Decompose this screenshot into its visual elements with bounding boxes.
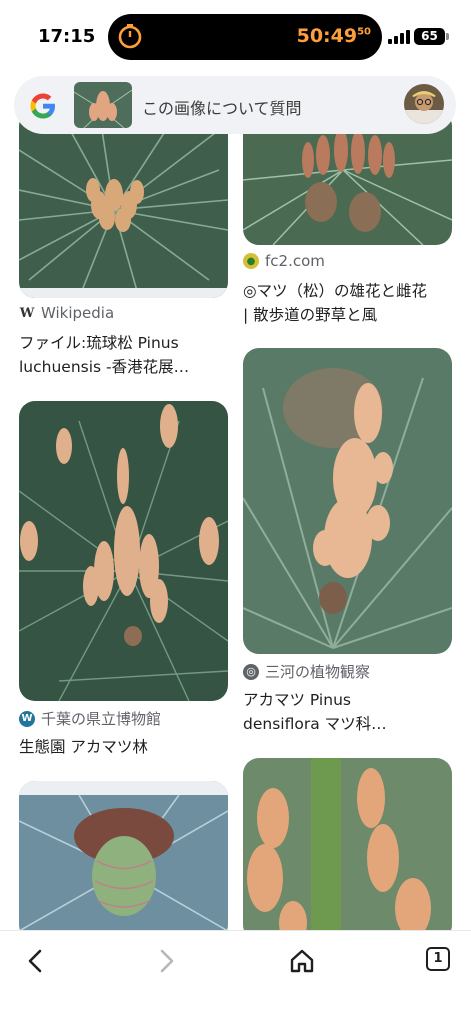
- source-label: Wikipedia: [41, 304, 115, 322]
- google-logo-icon[interactable]: [28, 91, 58, 121]
- globe-icon: ◎: [243, 663, 259, 680]
- source-label: fc2.com: [265, 252, 325, 270]
- title-line: densiflora マツ科…: [243, 715, 387, 733]
- source-label: 千葉の県立博物館: [41, 710, 162, 728]
- account-avatar[interactable]: [404, 84, 444, 124]
- result-title-2[interactable]: ◎マツ（松）の雄花と雌花 | 散歩道の野草と風: [243, 279, 458, 327]
- search-bar[interactable]: この画像について質問: [14, 76, 456, 134]
- result-source-1[interactable]: W Wikipedia: [19, 304, 114, 322]
- tab-switcher-button[interactable]: 1: [426, 947, 450, 971]
- title-line: 生態園 アカマツ林: [19, 738, 148, 756]
- chevron-left-icon[interactable]: [20, 945, 52, 977]
- wikipedia-icon: W: [19, 305, 35, 321]
- result-title-1[interactable]: ファイル:琉球松 Pinus luchuensis -香港花展…: [19, 331, 229, 379]
- wordpress-icon: W: [19, 710, 35, 727]
- status-bar: 17:15 50:4950 65: [0, 0, 471, 72]
- title-line: | 散歩道の野草と風: [243, 306, 378, 324]
- title-line: ファイル:琉球松 Pinus: [19, 334, 179, 352]
- status-time: 17:15: [38, 26, 96, 47]
- home-icon[interactable]: [286, 945, 318, 977]
- timer-readout: 50:4950: [296, 25, 371, 47]
- results-grid: W Wikipedia ファイル:琉球松 Pinus luchuensis -香…: [0, 0, 471, 1024]
- battery-tip: [446, 33, 449, 40]
- result-source-4[interactable]: ◎ 三河の植物観察: [243, 661, 370, 682]
- result-title-3[interactable]: 生態園 アカマツ林: [19, 735, 229, 759]
- result-source-2[interactable]: ● fc2.com: [243, 252, 325, 270]
- stopwatch-icon: [118, 24, 142, 49]
- result-image-5[interactable]: [19, 781, 228, 941]
- result-image-3[interactable]: [19, 401, 228, 701]
- title-line: ◎マツ（松）の雄花と雌花: [243, 282, 428, 300]
- bottom-toolbar: 1: [0, 930, 471, 1024]
- title-line: luchuensis -香港花展…: [19, 358, 190, 376]
- result-image-4[interactable]: [243, 348, 452, 654]
- fc2-icon: ●: [243, 253, 259, 269]
- source-label: 三河の植物観察: [265, 663, 371, 681]
- chevron-right-icon[interactable]: [150, 945, 182, 977]
- query-image-thumbnail[interactable]: [74, 82, 132, 128]
- battery-icon: 65: [414, 28, 445, 45]
- cellular-signal-icon: [388, 30, 410, 44]
- title-line: アカマツ Pinus: [243, 691, 351, 709]
- result-title-4[interactable]: アカマツ Pinus densiflora マツ科…: [243, 688, 453, 736]
- result-image-1[interactable]: [19, 110, 228, 298]
- result-image-6[interactable]: [243, 758, 452, 941]
- result-source-3[interactable]: W 千葉の県立博物館: [19, 708, 161, 729]
- search-prompt[interactable]: この画像について質問: [142, 95, 302, 119]
